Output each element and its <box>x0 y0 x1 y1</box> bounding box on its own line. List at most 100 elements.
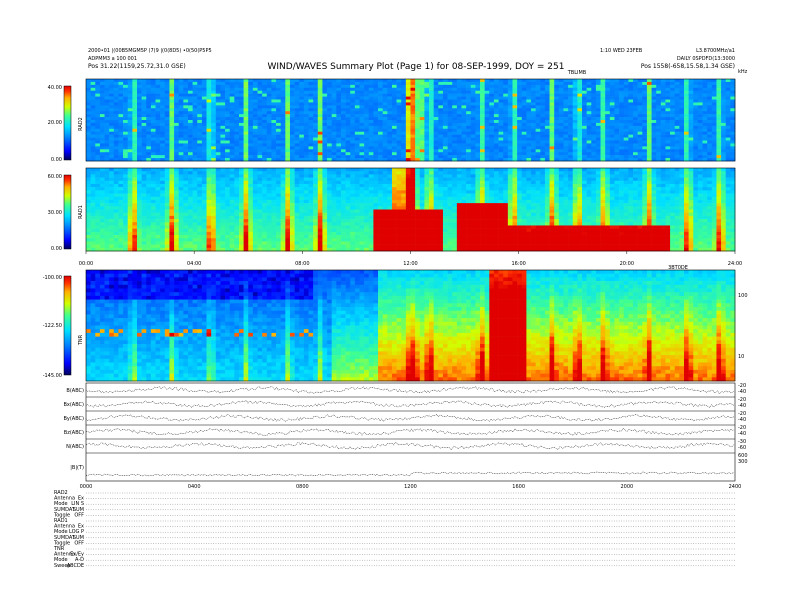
rad2-cell <box>340 131 346 135</box>
rad1-cell <box>118 168 124 172</box>
rad2-cell <box>109 149 115 153</box>
rad2-cell <box>368 84 374 89</box>
rad2-cell <box>294 81 300 86</box>
rad2-cell <box>132 140 138 144</box>
rad2-cell <box>257 111 263 115</box>
rad2-cell <box>419 125 425 130</box>
rad2-cell <box>424 84 430 89</box>
rad2-cell <box>280 111 286 115</box>
rad2-cell <box>354 140 360 144</box>
rad2-cell <box>716 79 722 83</box>
rad2-cell <box>141 131 147 135</box>
rad1-cell <box>243 231 249 236</box>
rad2-cell <box>90 137 96 141</box>
rad2-cell <box>104 131 110 135</box>
rad2-cell <box>378 125 383 130</box>
rad2-cell <box>447 120 453 124</box>
rad1-cell <box>95 174 101 178</box>
rad1-cell <box>169 196 175 201</box>
rad2-cell <box>90 125 96 130</box>
rad2-cell <box>225 79 231 83</box>
rad2-cell <box>382 99 388 103</box>
rad2-cell <box>582 140 587 144</box>
rad1-cell <box>243 228 249 233</box>
rad1-cell <box>252 183 258 188</box>
rad1-cell <box>113 235 119 239</box>
rad2-cell <box>684 81 689 86</box>
rad2-cell <box>387 81 393 86</box>
rad2-cell <box>595 99 601 103</box>
rad2-cell <box>280 117 286 121</box>
rad2-cell <box>480 140 485 144</box>
rad1-cell <box>178 235 184 239</box>
rad2-cell <box>317 131 323 135</box>
rad2-cell <box>211 111 217 115</box>
rad1-cell <box>187 238 193 242</box>
rad2-cell <box>350 96 356 100</box>
rad2-cell <box>484 79 490 83</box>
rad2-cell <box>178 149 184 153</box>
rad2-cell <box>646 105 652 109</box>
rad2-cell <box>201 90 207 94</box>
rad2-cell <box>480 87 485 92</box>
rad2-cell <box>187 87 193 92</box>
rad2-cell <box>619 117 625 121</box>
rad2-cell <box>405 122 411 127</box>
rad2-cell <box>674 81 680 86</box>
rad2-cell <box>429 114 434 118</box>
rad2-cell <box>262 81 268 86</box>
rad2-cell <box>373 122 379 127</box>
rad2-cell <box>197 79 203 83</box>
rad2-cell <box>136 79 142 83</box>
rad2-cell <box>466 128 472 133</box>
rad2-cell <box>684 93 689 97</box>
rad2-cell <box>127 96 133 100</box>
rad2-cell <box>382 125 388 130</box>
rad2-cell <box>378 146 383 150</box>
rad2-cell <box>164 111 170 115</box>
rad2-cell <box>127 125 133 130</box>
rad2-cell <box>104 96 110 100</box>
rad2-cell <box>707 93 713 97</box>
rad1-cell <box>164 219 170 223</box>
rad1-cell <box>109 199 115 204</box>
rad2-cell <box>433 90 439 94</box>
rad1-cell <box>113 209 119 213</box>
rad2-cell <box>192 79 198 83</box>
rad2-cell <box>201 125 207 130</box>
rad2-cell <box>466 143 472 147</box>
rad2-cell <box>234 128 240 133</box>
rad2-cell <box>164 81 170 86</box>
rad2-cell <box>345 87 351 92</box>
rad1-cell <box>109 235 115 239</box>
rad2-cell <box>591 137 597 141</box>
rad2-cell <box>452 146 458 150</box>
rad2-cell <box>447 111 453 115</box>
rad2-cell <box>442 96 448 100</box>
rad2-cell <box>415 93 421 97</box>
rad2-cell <box>582 128 587 133</box>
rad1-cell <box>257 244 263 249</box>
rad2-cell <box>531 152 536 156</box>
rad2-cell <box>642 90 648 94</box>
rad2-cell <box>215 143 221 147</box>
rad2-cell <box>248 117 254 121</box>
rad2-cell <box>595 102 601 106</box>
rad2-cell <box>308 93 314 97</box>
rad2-cell <box>628 81 634 86</box>
rad2-cell <box>702 93 708 97</box>
rad2-cell <box>123 108 129 112</box>
rad2-cell <box>493 90 499 94</box>
rad2-cell <box>225 87 231 92</box>
rad2-cell <box>141 117 147 121</box>
rad1-cell <box>234 228 240 233</box>
rad2-cell <box>317 134 323 138</box>
rad2-cell <box>313 102 319 106</box>
rad2-cell <box>721 79 727 83</box>
rad2-cell <box>470 81 476 86</box>
rad2-cell <box>141 152 147 156</box>
rad2-cell <box>429 146 434 150</box>
rad1-cell <box>178 209 184 213</box>
rad2-cell <box>192 120 198 124</box>
rad2-cell <box>456 122 462 127</box>
